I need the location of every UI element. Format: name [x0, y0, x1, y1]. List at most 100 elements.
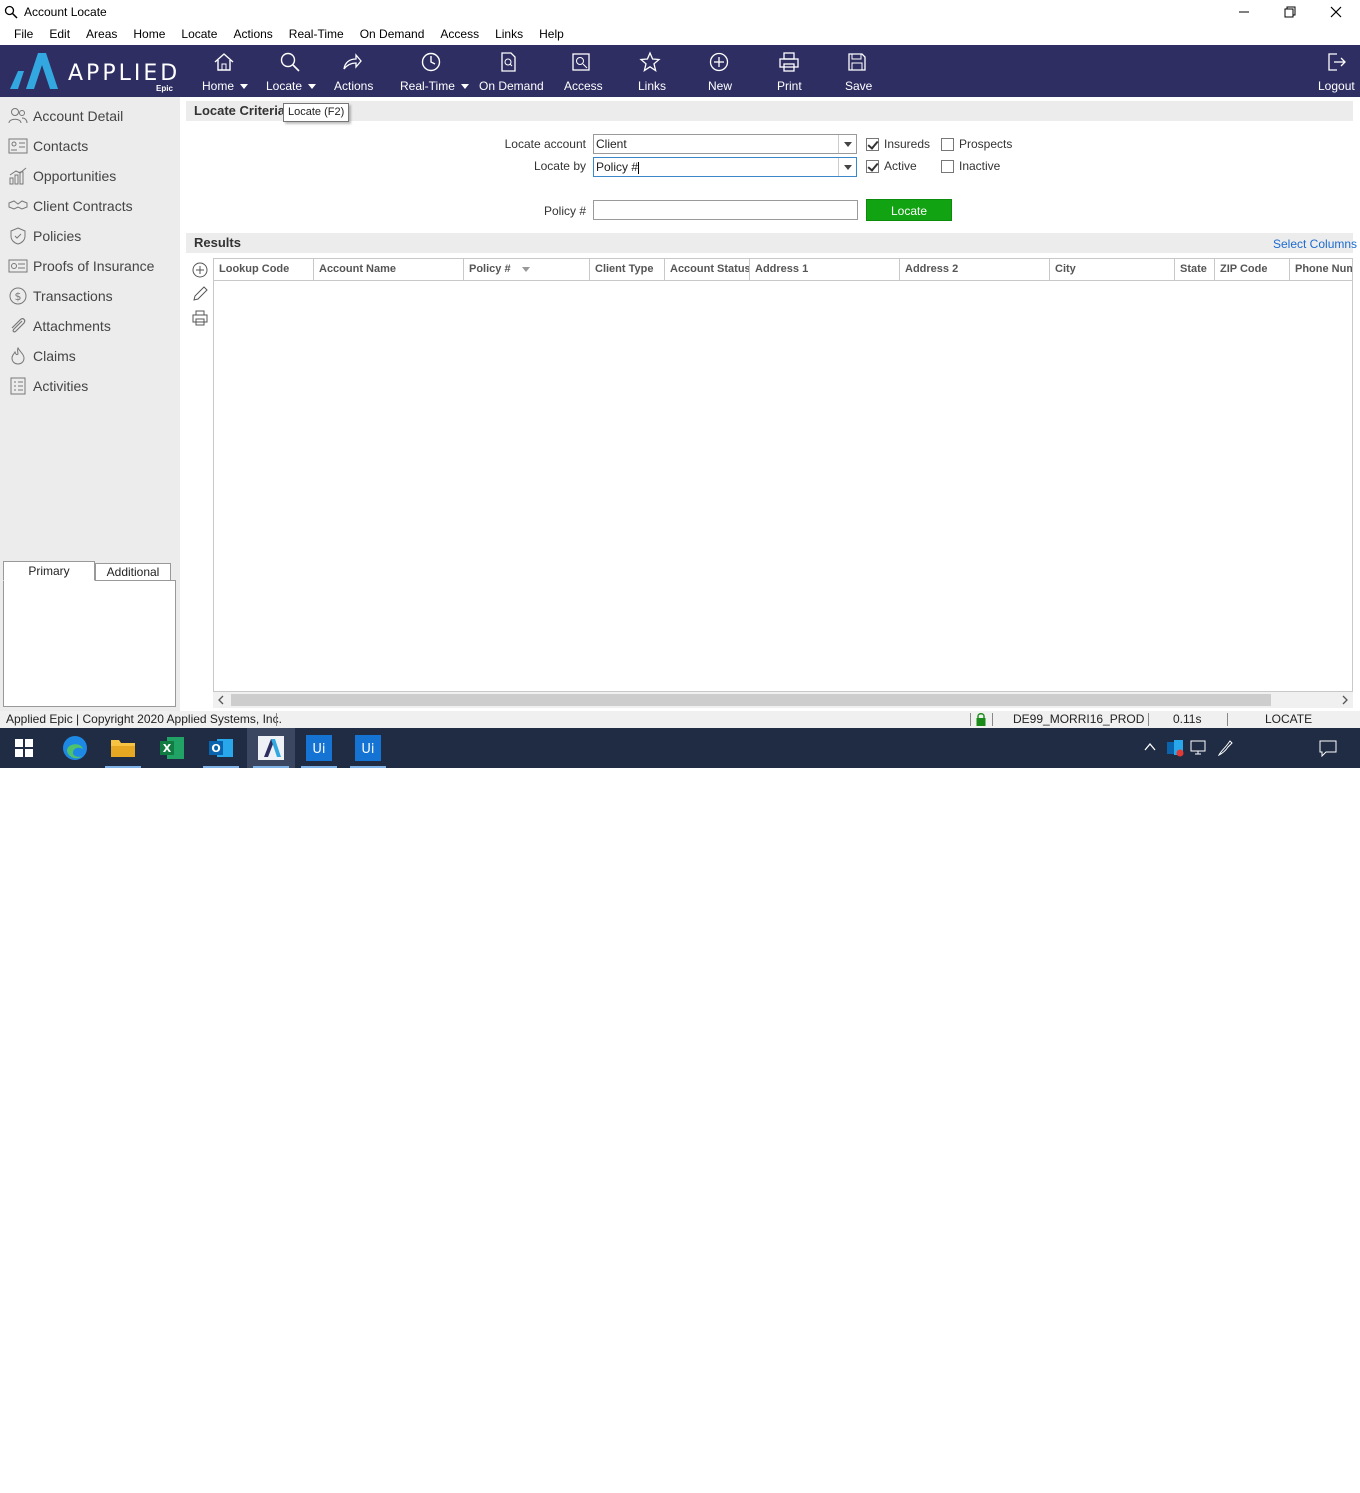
sidebar-item-attachments[interactable]: Attachments [8, 316, 111, 336]
menu-ondemand[interactable]: On Demand [360, 27, 425, 41]
network-icon[interactable] [1190, 740, 1208, 756]
ribbon-locate-button[interactable]: Locate [264, 45, 317, 97]
handshake-icon [8, 200, 28, 210]
sidebar-item-client-contracts[interactable]: Client Contracts [8, 196, 133, 216]
taskbar-outlook[interactable]: O [197, 728, 245, 768]
column-header-lookup-code[interactable]: Lookup Code [214, 259, 314, 280]
ribbon-print-label: Print [777, 79, 802, 93]
ribbon-actions-button[interactable]: Actions [332, 45, 373, 97]
outlook-tray-icon[interactable] [1166, 739, 1184, 757]
locate-by-value: Policy # [596, 160, 639, 174]
chevron-up-icon[interactable] [1144, 742, 1156, 752]
sidebar-item-proofs-of-insurance[interactable]: Proofs of Insurance [8, 256, 154, 276]
share-arrow-icon [343, 53, 362, 70]
menu-file[interactable]: File [14, 27, 33, 41]
sidebar-item-transactions[interactable]: $ Transactions [8, 286, 113, 306]
sidebar-tab-panel [3, 580, 176, 707]
sidebar-item-opportunities[interactable]: Opportunities [8, 166, 116, 186]
menu-locate[interactable]: Locate [181, 27, 217, 41]
results-grid[interactable]: Lookup Code Account Name Policy # Client… [213, 258, 1353, 692]
pen-icon[interactable] [1216, 739, 1234, 757]
ribbon-realtime-button[interactable]: Real-Time [398, 45, 469, 97]
scrollbar-thumb[interactable] [231, 694, 1271, 706]
ribbon-save-button[interactable]: Save [844, 45, 872, 97]
add-row-button[interactable] [191, 261, 209, 279]
edit-row-button[interactable] [191, 285, 209, 303]
minimize-button[interactable] [1221, 0, 1267, 23]
locate-by-dropdown[interactable]: Policy # [593, 157, 857, 177]
locate-button[interactable]: Locate [866, 199, 952, 221]
taskbar-applied-epic[interactable] [247, 728, 295, 768]
select-columns-link[interactable]: Select Columns [1273, 237, 1357, 251]
ribbon-new-button[interactable]: New [706, 45, 732, 97]
column-header-address-1[interactable]: Address 1 [750, 259, 900, 280]
maximize-button[interactable] [1267, 0, 1313, 23]
insureds-checkbox[interactable]: Insureds [866, 137, 930, 151]
tab-primary[interactable]: Primary [3, 561, 95, 581]
chevron-right-icon[interactable] [1341, 695, 1349, 705]
ribbon-print-button[interactable]: Print [776, 45, 802, 97]
menu-help[interactable]: Help [539, 27, 564, 41]
svg-text:Ui: Ui [361, 742, 374, 757]
column-header-account-name[interactable]: Account Name [314, 259, 464, 280]
taskbar-excel[interactable]: X [148, 728, 196, 768]
menu-actions[interactable]: Actions [233, 27, 272, 41]
menu-access[interactable]: Access [440, 27, 479, 41]
column-header-account-status[interactable]: Account Status [665, 259, 750, 280]
menu-edit[interactable]: Edit [49, 27, 70, 41]
chevron-down-icon[interactable] [838, 158, 856, 176]
column-header-state[interactable]: State [1175, 259, 1215, 280]
status-divider [992, 713, 993, 726]
sidebar-item-contacts[interactable]: Contacts [8, 136, 88, 156]
ribbon-home-button[interactable]: Home [200, 45, 249, 97]
window-title: Account Locate [24, 4, 107, 19]
logo-subtext: Epic [156, 84, 173, 93]
sidebar-item-account-detail[interactable]: Account Detail [8, 106, 123, 126]
column-header-city[interactable]: City [1050, 259, 1175, 280]
inactive-checkbox[interactable]: Inactive [941, 159, 1000, 173]
column-header-policy-number[interactable]: Policy # [464, 259, 590, 280]
chevron-down-icon[interactable] [838, 135, 856, 153]
system-clock[interactable]: 10:15 PM 3/16/2021 [1244, 1459, 1306, 1493]
menu-links[interactable]: Links [495, 27, 523, 41]
menu-realtime[interactable]: Real-Time [289, 27, 344, 41]
start-button[interactable] [0, 728, 48, 768]
ribbon-access-button[interactable]: Access [562, 45, 603, 97]
policy-number-input[interactable] [593, 200, 858, 220]
taskbar-uipath-2[interactable]: Ui [344, 728, 392, 768]
tab-additional[interactable]: Additional [95, 563, 171, 581]
sidebar-item-label: Client Contracts [33, 198, 133, 214]
ribbon-links-button[interactable]: Links [636, 45, 666, 97]
chevron-left-icon[interactable] [217, 695, 225, 705]
sidebar-item-policies[interactable]: Policies [8, 226, 81, 246]
taskbar-edge[interactable] [51, 728, 99, 768]
column-header-phone-number[interactable]: Phone Num [1290, 259, 1352, 280]
svg-text:O: O [211, 742, 220, 755]
taskbar-file-explorer[interactable] [99, 728, 147, 768]
pencil-icon [193, 286, 208, 301]
checkbox-checked-icon [866, 137, 879, 151]
ribbon-ondemand-button[interactable]: On Demand [478, 45, 544, 97]
results-grid-header: Lookup Code Account Name Policy # Client… [214, 259, 1352, 281]
active-checkbox[interactable]: Active [866, 159, 917, 173]
sidebar-item-claims[interactable]: Claims [8, 346, 76, 366]
close-button[interactable] [1313, 0, 1359, 23]
sidebar-item-activities[interactable]: Activities [8, 376, 88, 396]
taskbar-uipath-1[interactable]: Ui [295, 728, 343, 768]
database-name: DE99_MORRI16_PROD [1013, 712, 1145, 726]
locate-account-dropdown[interactable]: Client [593, 134, 857, 154]
ribbon-logout-button[interactable]: Logout [1318, 45, 1355, 97]
menu-home[interactable]: Home [133, 27, 165, 41]
mode-indicator: LOCATE [1265, 712, 1313, 726]
column-header-address-2[interactable]: Address 2 [900, 259, 1050, 280]
column-header-client-type[interactable]: Client Type [590, 259, 665, 280]
ribbon-realtime-label: Real-Time [400, 79, 455, 93]
dollar-circle-icon: $ [9, 287, 27, 305]
prospects-checkbox[interactable]: Prospects [941, 137, 1012, 151]
column-header-zip-code[interactable]: ZIP Code [1215, 259, 1290, 280]
horizontal-scrollbar[interactable] [213, 692, 1353, 708]
checkbox-unchecked-icon [941, 159, 954, 173]
notification-icon[interactable] [1318, 739, 1338, 757]
print-grid-button[interactable] [191, 309, 209, 327]
menu-areas[interactable]: Areas [86, 27, 117, 41]
